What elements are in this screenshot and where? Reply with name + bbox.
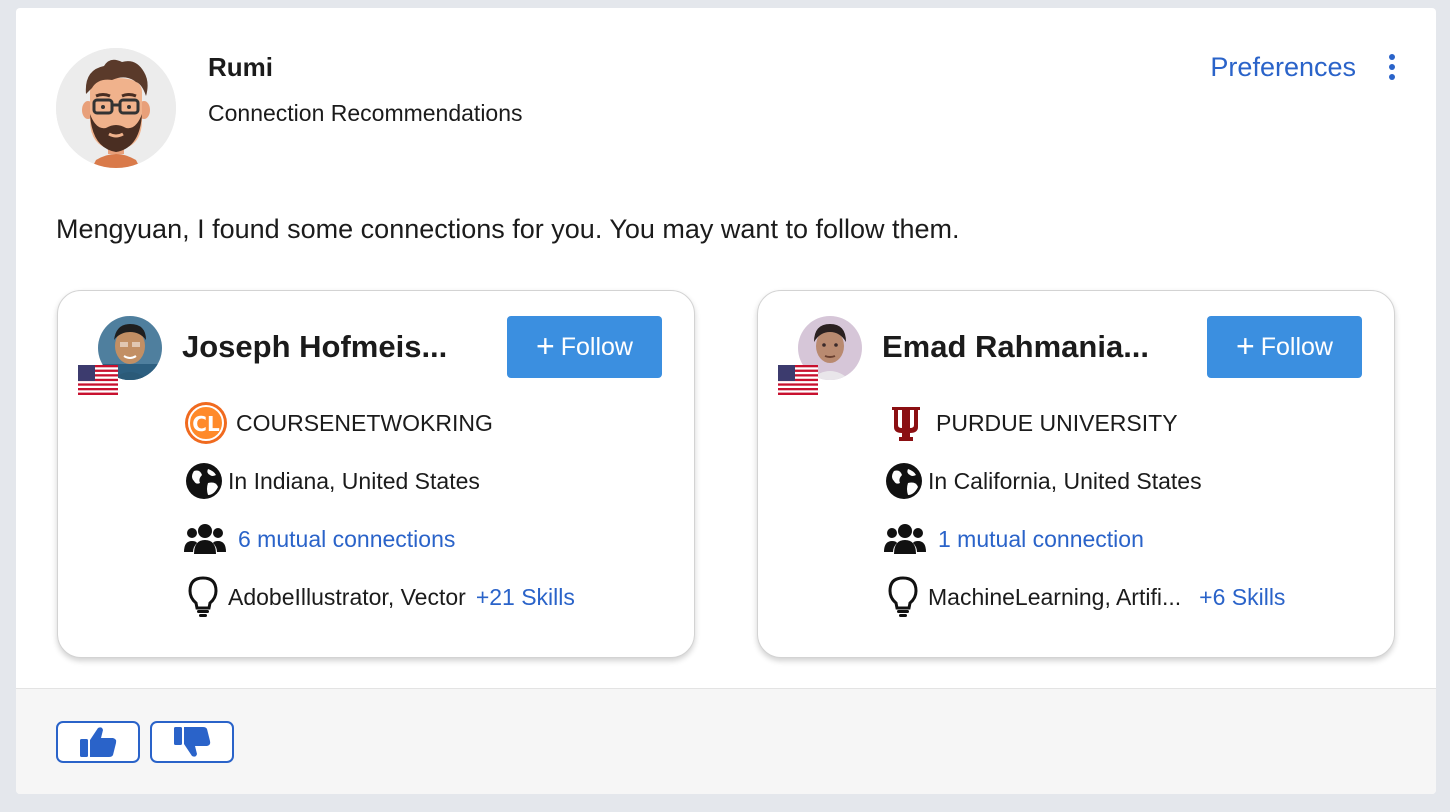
organization-name: COURSENETWOKRING	[236, 409, 493, 436]
recommendation-card-2: Emad Rahmania... + Follow PURDUE UNIVERS…	[757, 290, 1395, 658]
recommendation-message-card: Rumi Connection Recommendations Preferen…	[16, 8, 1436, 794]
thumbs-up-icon	[80, 727, 117, 757]
more-skills-link[interactable]: +6 Skills	[1199, 584, 1285, 611]
person-name[interactable]: Joseph Hofmeis...	[182, 329, 447, 365]
lightbulb-icon	[888, 576, 928, 617]
courselab-logo-icon: CL	[184, 402, 228, 444]
feedback-footer	[16, 688, 1436, 794]
more-skills-link[interactable]: +21 Skills	[476, 584, 575, 611]
bot-name: Rumi	[208, 52, 273, 82]
thumbs-up-button[interactable]	[56, 721, 140, 763]
bot-subtitle: Connection Recommendations	[208, 100, 523, 126]
mutual-connections-row: 6 mutual connections	[184, 519, 455, 559]
users-group-icon	[184, 519, 228, 559]
mutual-connections-link[interactable]: 6 mutual connections	[238, 526, 455, 553]
organization-name: PURDUE UNIVERSITY	[936, 409, 1178, 436]
indiana-trident-logo-icon	[884, 403, 928, 443]
follow-button[interactable]: + Follow	[507, 316, 662, 378]
globe-icon	[184, 461, 228, 501]
preferences-link[interactable]: Preferences	[1210, 52, 1356, 83]
mutual-connections-link[interactable]: 1 mutual connection	[938, 526, 1144, 553]
location-row: In California, United States	[884, 461, 1202, 501]
bot-avatar	[56, 48, 176, 168]
more-options-icon[interactable]	[1386, 54, 1398, 84]
svg-text:CL: CL	[192, 412, 220, 436]
mutual-connections-row: 1 mutual connection	[884, 519, 1144, 559]
location-text: In Indiana, United States	[228, 467, 480, 494]
us-flag-icon	[78, 365, 118, 395]
users-group-icon	[884, 519, 928, 559]
organization-row: CL COURSENETWOKRING	[184, 402, 493, 444]
skills-row: MachineLearning, Artifi... +6 Skills	[888, 576, 1285, 617]
follow-button-label: Follow	[1260, 332, 1333, 361]
thumbs-down-button[interactable]	[150, 721, 234, 763]
skills-text: MachineLearning, Artifi...	[928, 583, 1182, 610]
plus-icon: +	[1236, 327, 1255, 364]
globe-icon	[884, 461, 928, 501]
location-row: In Indiana, United States	[184, 461, 480, 501]
follow-button[interactable]: + Follow	[1207, 316, 1362, 378]
person-name[interactable]: Emad Rahmania...	[882, 329, 1149, 365]
recommendation-message: Mengyuan, I found some connections for y…	[56, 214, 960, 244]
us-flag-icon	[778, 365, 818, 395]
location-text: In California, United States	[928, 467, 1202, 494]
thumbs-down-icon	[174, 727, 211, 757]
bearded-man-avatar-icon	[56, 48, 176, 168]
recommendation-card-1: Joseph Hofmeis... + Follow CL COURSENETW…	[57, 290, 695, 658]
skills-row: AdobeIllustrator, Vector +21 Skills	[188, 576, 575, 617]
follow-button-label: Follow	[560, 332, 633, 361]
skills-text: AdobeIllustrator, Vector	[228, 583, 466, 610]
organization-row: PURDUE UNIVERSITY	[884, 403, 1178, 443]
lightbulb-icon	[188, 576, 228, 617]
plus-icon: +	[536, 327, 555, 364]
